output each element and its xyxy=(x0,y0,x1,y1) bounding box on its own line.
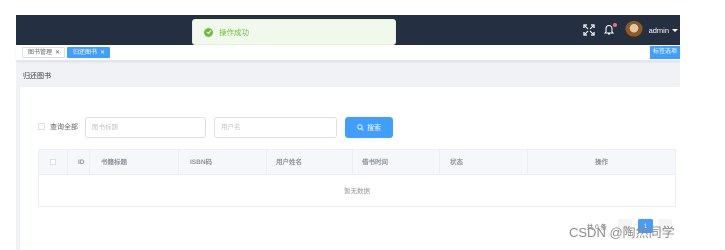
bell-icon[interactable] xyxy=(603,23,617,36)
column-actions[interactable]: 操作 xyxy=(595,150,608,175)
close-icon[interactable]: ✕ xyxy=(55,50,60,56)
search-label: 搜索 xyxy=(367,124,381,132)
avatar[interactable] xyxy=(624,21,643,39)
column-divider xyxy=(527,150,528,175)
column-borrow-time[interactable]: 借书时间 xyxy=(362,150,388,175)
column-status[interactable]: 状态 xyxy=(450,150,463,175)
notification-dot xyxy=(612,23,617,27)
column-id[interactable]: ID xyxy=(78,150,85,175)
page-margin xyxy=(680,15,725,250)
select-all-checkbox[interactable] xyxy=(50,159,56,165)
column-divider xyxy=(67,150,68,175)
fullscreen-icon[interactable] xyxy=(582,24,595,36)
app-frame: 操作成功 admin 图书管理 ✕ 归还图书 ✕ 标签选项 归还图书 查询全部 … xyxy=(16,15,680,250)
query-all-checkbox[interactable] xyxy=(38,123,45,130)
toast-message: 操作成功 xyxy=(219,27,249,37)
search-button[interactable]: 搜索 xyxy=(345,117,393,138)
tags-bar: 图书管理 ✕ 归还图书 ✕ 标签选项 xyxy=(16,45,680,61)
top-header: 操作成功 admin xyxy=(16,15,680,45)
column-isbn[interactable]: ISBN码 xyxy=(190,150,212,175)
column-divider xyxy=(352,150,353,175)
tag-book-management[interactable]: 图书管理 ✕ xyxy=(22,47,66,58)
tag-label: 图书管理 xyxy=(28,50,53,56)
column-user-name[interactable]: 用户姓名 xyxy=(276,150,302,175)
tag-options-button[interactable]: 标签选项 xyxy=(650,46,680,59)
page-title: 归还图书 xyxy=(23,73,51,80)
success-toast: 操作成功 xyxy=(192,19,396,45)
chevron-down-icon[interactable] xyxy=(672,28,678,32)
data-table: ID 书籍标题 ISBN码 用户姓名 借书时间 状态 操作 暂无数据 xyxy=(38,149,676,207)
watermark: CSDN @陶然同学 xyxy=(569,225,675,240)
column-book-title[interactable]: 书籍标题 xyxy=(101,150,127,175)
table-header: ID 书籍标题 ISBN码 用户姓名 借书时间 状态 操作 xyxy=(39,150,675,175)
column-divider xyxy=(439,150,440,175)
check-circle-icon xyxy=(204,27,213,37)
close-icon[interactable]: ✕ xyxy=(100,50,105,56)
header-actions: admin xyxy=(582,15,680,45)
empty-state-text: 暂无数据 xyxy=(344,188,370,195)
column-divider xyxy=(266,150,267,175)
username-input[interactable] xyxy=(214,117,337,138)
tag-label: 归还图书 xyxy=(73,50,98,56)
username[interactable]: admin xyxy=(649,26,669,35)
column-divider xyxy=(89,150,90,175)
tag-return-book[interactable]: 归还图书 ✕ xyxy=(67,47,111,58)
query-all-label[interactable]: 查询全部 xyxy=(50,122,78,132)
search-icon xyxy=(357,124,364,131)
column-divider xyxy=(178,150,179,175)
book-title-input[interactable] xyxy=(85,117,206,138)
